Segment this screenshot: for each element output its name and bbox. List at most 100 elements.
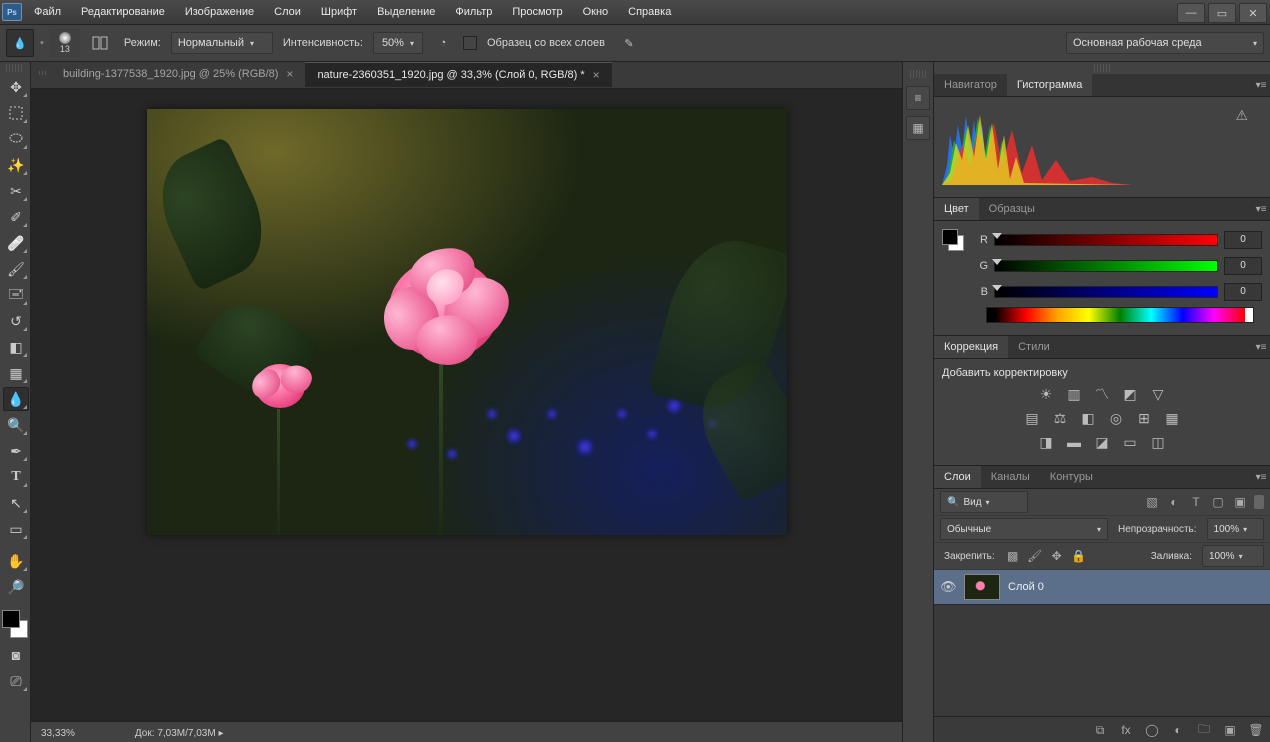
- red-value[interactable]: 0: [1224, 231, 1262, 249]
- menu-image[interactable]: Изображение: [175, 2, 264, 22]
- red-slider[interactable]: [994, 234, 1218, 246]
- bw-icon[interactable]: ◧: [1079, 409, 1097, 427]
- actions-panel-icon[interactable]: ▦: [906, 116, 930, 140]
- healing-brush-tool[interactable]: 🩹: [3, 231, 29, 255]
- crop-tool[interactable]: ✂: [3, 179, 29, 203]
- tab-paths[interactable]: Контуры: [1040, 466, 1103, 488]
- tab-color[interactable]: Цвет: [934, 198, 979, 220]
- menu-edit[interactable]: Редактирование: [71, 2, 175, 22]
- lock-position-icon[interactable]: ✥: [1049, 548, 1065, 564]
- clone-stamp-tool[interactable]: 🖃: [3, 283, 29, 307]
- green-slider[interactable]: [994, 260, 1218, 272]
- menu-window[interactable]: Окно: [573, 2, 619, 22]
- filter-smart-icon[interactable]: ▣: [1232, 494, 1248, 510]
- hand-tool[interactable]: ✋: [3, 549, 29, 573]
- workspace-switcher[interactable]: Основная рабочая среда▾: [1066, 32, 1264, 54]
- tab-styles[interactable]: Стили: [1008, 336, 1060, 358]
- menu-help[interactable]: Справка: [618, 2, 681, 22]
- current-tool-icon[interactable]: 💧: [6, 29, 34, 57]
- gradient-tool[interactable]: ▦: [3, 361, 29, 385]
- panel-menu-icon[interactable]: ▾≡: [1252, 336, 1270, 358]
- visibility-toggle-icon[interactable]: 👁: [940, 579, 956, 595]
- path-selection-tool[interactable]: ↖: [3, 491, 29, 515]
- canvas-viewport[interactable]: [31, 89, 902, 721]
- green-value[interactable]: 0: [1224, 257, 1262, 275]
- zoom-value[interactable]: 33,33%: [41, 728, 75, 739]
- blur-tool[interactable]: 💧: [3, 387, 29, 411]
- filter-shape-icon[interactable]: ▢: [1210, 494, 1226, 510]
- document-tab-1[interactable]: building-1377538_1920.jpg @ 25% (RGB/8) …: [51, 62, 305, 86]
- new-group-icon[interactable]: 🗀: [1196, 722, 1212, 738]
- filter-toggle-icon[interactable]: [1254, 495, 1264, 509]
- new-fill-layer-icon[interactable]: ◐: [1170, 722, 1186, 738]
- minimize-button[interactable]: —: [1177, 3, 1205, 23]
- posterize-icon[interactable]: ▬: [1065, 433, 1083, 451]
- brightness-icon[interactable]: ☀: [1037, 385, 1055, 403]
- color-swatch-pair[interactable]: [942, 229, 964, 251]
- hue-sat-icon[interactable]: ▤: [1023, 409, 1041, 427]
- layer-style-icon[interactable]: fx: [1118, 722, 1134, 738]
- maximize-button[interactable]: ▭: [1208, 3, 1236, 23]
- panel-menu-icon[interactable]: ▾≡: [1252, 74, 1270, 96]
- layer-list[interactable]: 👁 Слой 0: [934, 570, 1270, 716]
- curves-icon[interactable]: 〽: [1093, 385, 1111, 403]
- lasso-tool[interactable]: [3, 127, 29, 151]
- invert-icon[interactable]: ◨: [1037, 433, 1055, 451]
- type-tool[interactable]: T: [3, 465, 29, 489]
- layer-mask-icon[interactable]: ◯: [1144, 722, 1160, 738]
- layer-thumbnail[interactable]: [964, 574, 1000, 600]
- channel-mixer-icon[interactable]: ⊞: [1135, 409, 1153, 427]
- lock-pixels-icon[interactable]: 🖌: [1027, 548, 1043, 564]
- filter-pixel-icon[interactable]: ▧: [1144, 494, 1160, 510]
- new-layer-icon[interactable]: ▣: [1222, 722, 1238, 738]
- lock-all-icon[interactable]: 🔒: [1071, 548, 1087, 564]
- eyedropper-tool[interactable]: ✐: [3, 205, 29, 229]
- filter-adjust-icon[interactable]: ◐: [1166, 494, 1182, 510]
- photo-filter-icon[interactable]: ◎: [1107, 409, 1125, 427]
- sample-all-layers-checkbox[interactable]: [463, 36, 477, 50]
- tab-swatches[interactable]: Образцы: [979, 198, 1045, 220]
- quick-mask-toggle[interactable]: ◙: [3, 643, 29, 667]
- color-balance-icon[interactable]: ⚖: [1051, 409, 1069, 427]
- selective-color-icon[interactable]: ◫: [1149, 433, 1167, 451]
- layer-filter-kind[interactable]: 🔍 Вид ▾: [940, 491, 1028, 513]
- pen-tool[interactable]: ✒: [3, 439, 29, 463]
- tabs-grip[interactable]: [39, 71, 47, 75]
- layer-name[interactable]: Слой 0: [1008, 581, 1044, 593]
- zoom-tool[interactable]: 🔎: [3, 575, 29, 599]
- filter-type-icon[interactable]: T: [1188, 494, 1204, 510]
- marquee-tool[interactable]: [3, 101, 29, 125]
- lock-transparent-icon[interactable]: ▩: [1005, 548, 1021, 564]
- color-lookup-icon[interactable]: ▦: [1163, 409, 1181, 427]
- menu-filter[interactable]: Фильтр: [445, 2, 502, 22]
- vibrance-icon[interactable]: ▽: [1149, 385, 1167, 403]
- exposure-icon[interactable]: ◩: [1121, 385, 1139, 403]
- color-swatches[interactable]: [2, 610, 28, 638]
- tab-adjustments[interactable]: Коррекция: [934, 336, 1008, 358]
- screen-mode-toggle[interactable]: ⎚: [3, 669, 29, 693]
- blend-mode-dropdown[interactable]: Нормальный▾: [171, 32, 273, 54]
- panels-grip[interactable]: [1094, 64, 1110, 72]
- tab-navigator[interactable]: Навигатор: [934, 74, 1007, 96]
- link-layers-icon[interactable]: ⧉: [1092, 722, 1108, 738]
- tab-histogram[interactable]: Гистограмма: [1007, 74, 1093, 96]
- gradient-map-icon[interactable]: ▭: [1121, 433, 1139, 451]
- panel-menu-icon[interactable]: ▾≡: [1252, 466, 1270, 488]
- menu-select[interactable]: Выделение: [367, 2, 445, 22]
- tab-layers[interactable]: Слои: [934, 466, 981, 488]
- threshold-icon[interactable]: ◪: [1093, 433, 1111, 451]
- brush-preset-picker[interactable]: 13: [50, 29, 80, 57]
- opacity-field[interactable]: 100%▾: [1207, 518, 1264, 540]
- doc-info[interactable]: Док: 7,03M/7,03M ▸: [135, 728, 224, 739]
- history-panel-icon[interactable]: ≡: [906, 86, 930, 110]
- menu-type[interactable]: Шрифт: [311, 2, 367, 22]
- tab-channels[interactable]: Каналы: [981, 466, 1040, 488]
- shape-tool[interactable]: ▭: [3, 517, 29, 541]
- eraser-tool[interactable]: ◧: [3, 335, 29, 359]
- move-tool[interactable]: ✥: [3, 75, 29, 99]
- canvas[interactable]: [147, 109, 787, 535]
- foreground-swatch[interactable]: [2, 610, 20, 628]
- levels-icon[interactable]: ▥: [1065, 385, 1083, 403]
- close-icon[interactable]: ×: [286, 67, 293, 81]
- close-button[interactable]: ✕: [1239, 3, 1267, 23]
